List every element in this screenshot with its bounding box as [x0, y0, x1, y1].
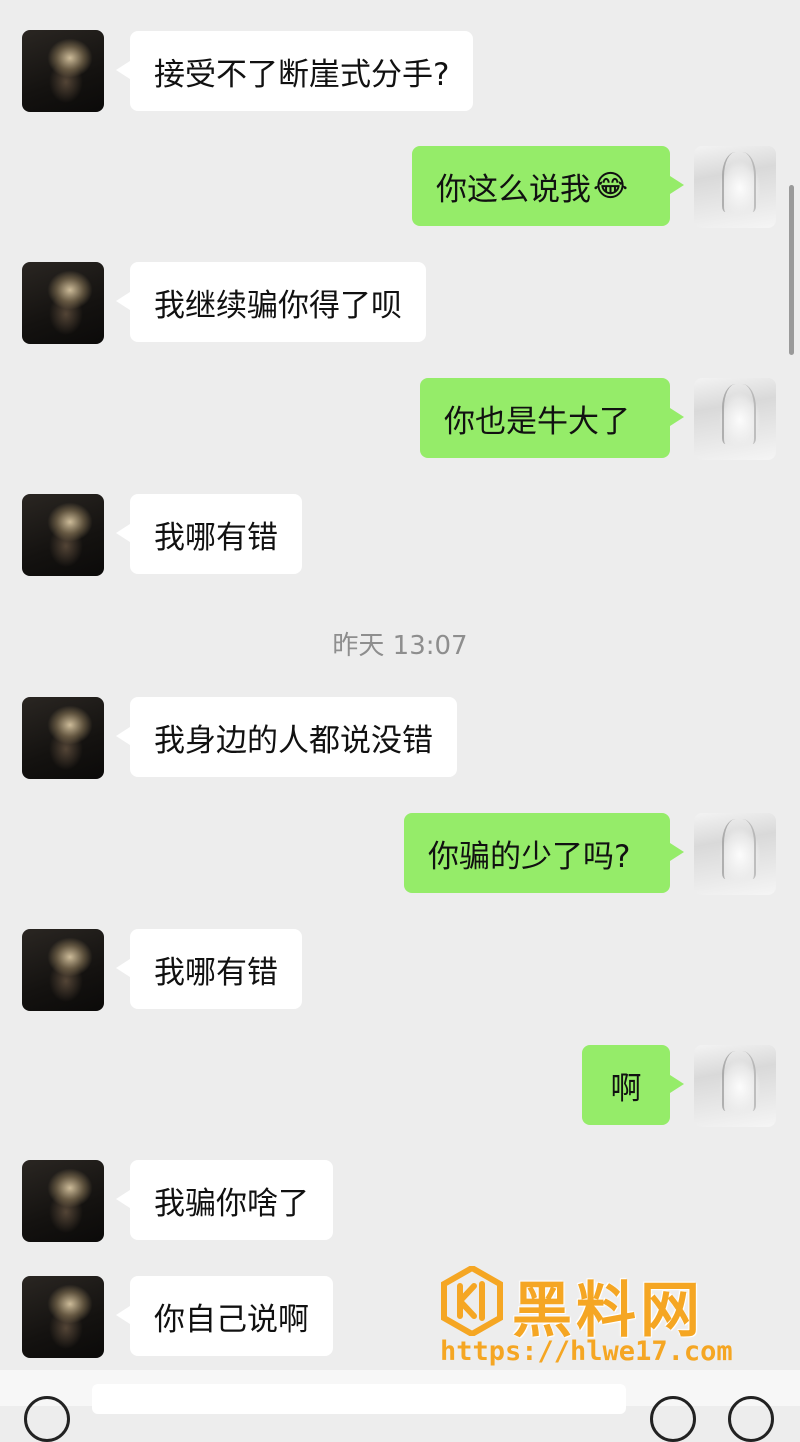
- message-text: 我哪有错: [154, 954, 278, 991]
- message-bubble-incoming[interactable]: 我骗你啥了: [116, 1160, 333, 1240]
- emoji-icon[interactable]: [650, 1396, 696, 1442]
- message-text: 你自己说啊: [154, 1301, 309, 1338]
- avatar[interactable]: [694, 378, 776, 460]
- message-text: 我身边的人都说没错: [154, 722, 433, 759]
- watermark: 黑料网 https://hlwe17.com: [434, 1262, 794, 1372]
- chat-timestamp: 昨天 13:07: [332, 631, 468, 661]
- avatar[interactable]: [694, 146, 776, 228]
- message-text: 你这么说我: [436, 171, 591, 208]
- watermark-url: https://hlwe17.com: [440, 1336, 733, 1367]
- avatar[interactable]: [22, 1160, 104, 1242]
- message-text: 我哪有错: [154, 519, 278, 556]
- input-bar: [0, 1370, 800, 1442]
- plus-icon[interactable]: [728, 1396, 774, 1442]
- message-bubble-outgoing[interactable]: 啊: [582, 1045, 684, 1125]
- message-input[interactable]: [92, 1384, 626, 1414]
- avatar[interactable]: [22, 697, 104, 779]
- avatar[interactable]: [22, 1276, 104, 1358]
- chat-area[interactable]: 接受不了断崖式分手? 你这么说我 😂 我继续骗你得了呗 你也是牛大了 我哪有错 …: [0, 0, 800, 1370]
- message-bubble-outgoing[interactable]: 你骗的少了吗?: [404, 813, 684, 893]
- message-text: 我骗你啥了: [154, 1185, 309, 1222]
- avatar[interactable]: [22, 929, 104, 1011]
- scrollbar[interactable]: [789, 185, 794, 355]
- laughing-tears-emoji: 😂: [593, 168, 629, 204]
- message-bubble-outgoing[interactable]: 你这么说我 😂: [412, 146, 684, 226]
- message-text: 啊: [610, 1070, 642, 1107]
- voice-icon[interactable]: [24, 1396, 70, 1442]
- message-text: 你也是牛大了: [444, 403, 630, 440]
- message-bubble-incoming[interactable]: 你自己说啊: [116, 1276, 333, 1356]
- avatar[interactable]: [22, 262, 104, 344]
- watermark-logo-icon: [441, 1266, 503, 1336]
- message-bubble-incoming[interactable]: 我继续骗你得了呗: [116, 262, 426, 342]
- avatar[interactable]: [22, 30, 104, 112]
- message-bubble-incoming[interactable]: 接受不了断崖式分手?: [115, 31, 474, 111]
- message-bubble-incoming[interactable]: 我身边的人都说没错: [116, 697, 457, 777]
- message-bubble-incoming[interactable]: 我哪有错: [116, 494, 302, 574]
- message-bubble-incoming[interactable]: 我哪有错: [116, 929, 302, 1009]
- avatar[interactable]: [694, 813, 776, 895]
- avatar[interactable]: [22, 494, 104, 576]
- message-text: 接受不了断崖式分手?: [154, 56, 450, 93]
- avatar[interactable]: [694, 1045, 776, 1127]
- message-text: 你骗的少了吗?: [428, 838, 631, 875]
- message-text: 我继续骗你得了呗: [154, 287, 402, 324]
- message-bubble-outgoing[interactable]: 你也是牛大了: [420, 378, 684, 458]
